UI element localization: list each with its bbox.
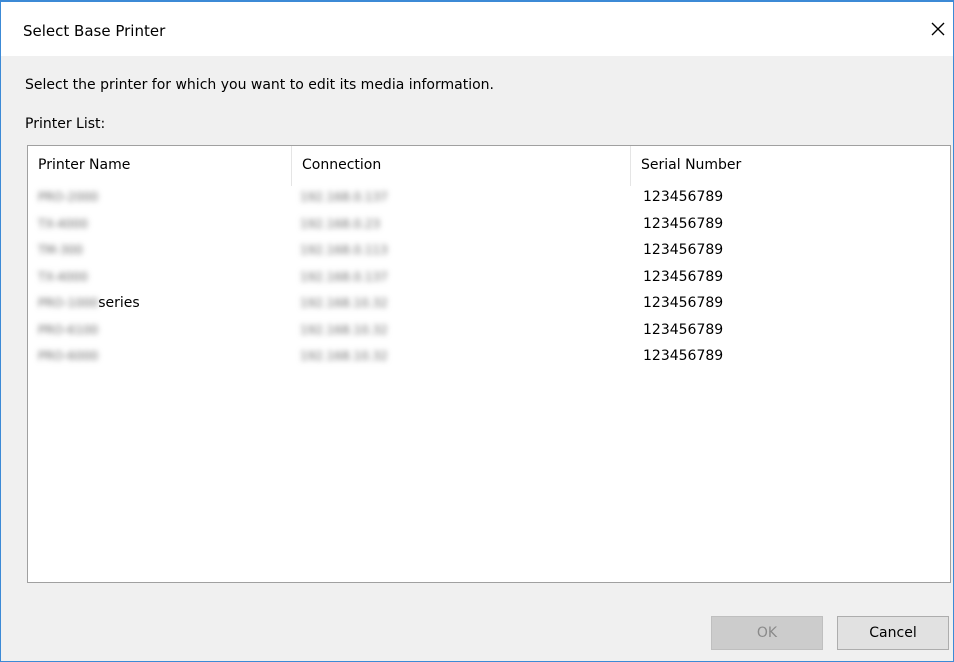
- serial-number-cell: 123456789: [643, 268, 724, 285]
- serial-number-cell: 123456789: [643, 321, 724, 338]
- connection-cell: 192.168.0.23: [300, 216, 381, 231]
- printer-name-cell: TM-300: [38, 243, 83, 257]
- select-base-printer-dialog: Select Base Printer Select the printer f…: [0, 0, 954, 662]
- printer-list[interactable]: Printer Name Connection Serial Number PR…: [27, 145, 951, 583]
- connection-cell: 192.168.10.32: [300, 322, 388, 337]
- connection-cell: 192.168.0.137: [300, 190, 388, 204]
- connection-cell: 192.168.10.32: [300, 349, 388, 363]
- dialog-title: Select Base Printer: [23, 22, 166, 40]
- printer-name-cell: TX-4000: [38, 269, 88, 284]
- printer-name-cell: PRO-6100: [38, 322, 99, 337]
- connection-cell: 192.168.0.137: [300, 269, 388, 284]
- cancel-button[interactable]: Cancel: [837, 616, 949, 650]
- connection-cell: 192.168.10.32: [300, 296, 388, 310]
- serial-number-cell: 123456789: [643, 189, 724, 205]
- printer-name-cell: TX-4000: [38, 216, 88, 231]
- instruction-text: Select the printer for which you want to…: [25, 77, 494, 93]
- serial-number-cell: 123456789: [643, 215, 724, 232]
- ok-button[interactable]: OK: [711, 616, 823, 650]
- table-row[interactable]: TX-4000 192.168.0.137 123456789: [28, 266, 950, 293]
- close-icon: [931, 22, 945, 36]
- printer-list-label: Printer List:: [25, 116, 106, 132]
- column-header-connection[interactable]: Connection: [292, 146, 631, 186]
- serial-number-cell: 123456789: [643, 348, 724, 364]
- connection-cell: 192.168.0.113: [300, 243, 388, 257]
- printer-name-cell: PRO-1000series: [38, 295, 140, 311]
- printer-name-cell: PRO-6000: [38, 349, 99, 363]
- table-row[interactable]: TX-4000 192.168.0.23 123456789: [28, 213, 950, 240]
- column-header-printer-name[interactable]: Printer Name: [28, 146, 292, 186]
- table-row[interactable]: PRO-2000 192.168.0.137 123456789: [28, 186, 950, 213]
- serial-number-cell: 123456789: [643, 295, 724, 311]
- table-row[interactable]: PRO-6000 192.168.10.32 123456789: [28, 345, 950, 372]
- printer-name-cell: PRO-2000: [38, 190, 99, 204]
- table-row[interactable]: TM-300 192.168.0.113 123456789: [28, 239, 950, 266]
- serial-number-cell: 123456789: [643, 242, 724, 258]
- title-bar: Select Base Printer: [1, 2, 953, 56]
- list-rows: PRO-2000 192.168.0.137 123456789 TX-4000…: [28, 186, 950, 372]
- table-row[interactable]: PRO-6100 192.168.10.32 123456789: [28, 319, 950, 346]
- table-row[interactable]: PRO-1000series 192.168.10.32 123456789: [28, 292, 950, 319]
- close-button[interactable]: [923, 12, 953, 46]
- column-header-serial-number[interactable]: Serial Number: [631, 146, 949, 186]
- list-header: Printer Name Connection Serial Number: [28, 146, 950, 186]
